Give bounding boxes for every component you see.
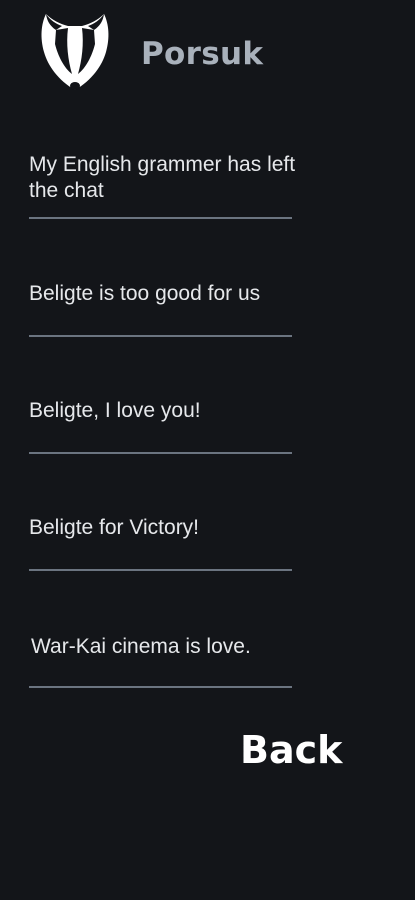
- app-header: Porsuk: [0, 0, 415, 100]
- badger-icon: [41, 14, 109, 90]
- message-text: Beligte is too good for us: [29, 282, 261, 305]
- app-title: Porsuk: [141, 36, 264, 72]
- message-text: Beligte for Victory!: [29, 516, 200, 539]
- back-button[interactable]: Back: [240, 726, 342, 774]
- divider: [29, 217, 292, 219]
- divider: [29, 569, 292, 571]
- message-text: War-Kai cinema is love.: [31, 635, 251, 658]
- divider: [29, 686, 292, 688]
- divider: [29, 452, 292, 454]
- message-text: Beligte, I love you!: [29, 399, 201, 422]
- divider: [29, 335, 292, 337]
- message-text: My English grammer has left the chat: [29, 153, 296, 202]
